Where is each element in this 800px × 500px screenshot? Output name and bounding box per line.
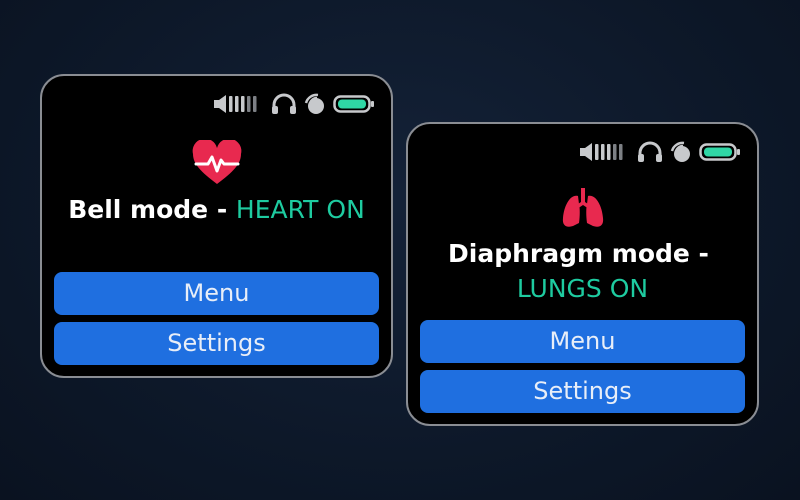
mode-state: LUNGS ON — [516, 274, 649, 303]
volume-icon — [214, 95, 257, 113]
settings-button[interactable]: Settings — [54, 322, 379, 365]
menu-button[interactable]: Menu — [54, 272, 379, 315]
lungs-icon — [562, 188, 603, 227]
mode-label: Bell mode - — [68, 195, 236, 224]
menu-button[interactable]: Menu — [420, 320, 745, 363]
status-bar — [579, 140, 741, 164]
battery-icon — [333, 95, 374, 113]
headphones-icon — [272, 93, 296, 114]
mode-status: Bell mode - HEART ON — [42, 192, 391, 228]
status-bar — [213, 92, 375, 116]
signal-icon — [670, 141, 690, 162]
settings-button[interactable]: Settings — [420, 370, 745, 413]
headphones-icon — [638, 141, 662, 162]
mode-state: HEART ON — [235, 195, 365, 224]
mode-label: Diaphragm mode - — [448, 239, 709, 268]
heart-pulse-icon — [192, 140, 241, 184]
battery-icon — [699, 143, 740, 161]
volume-icon — [580, 143, 623, 161]
signal-icon — [304, 93, 324, 114]
device-screen-bell: Bell mode - HEART ON Menu Settings — [40, 74, 393, 378]
device-screen-diaphragm: Diaphragm mode - LUNGS ON Menu Settings — [406, 122, 759, 426]
